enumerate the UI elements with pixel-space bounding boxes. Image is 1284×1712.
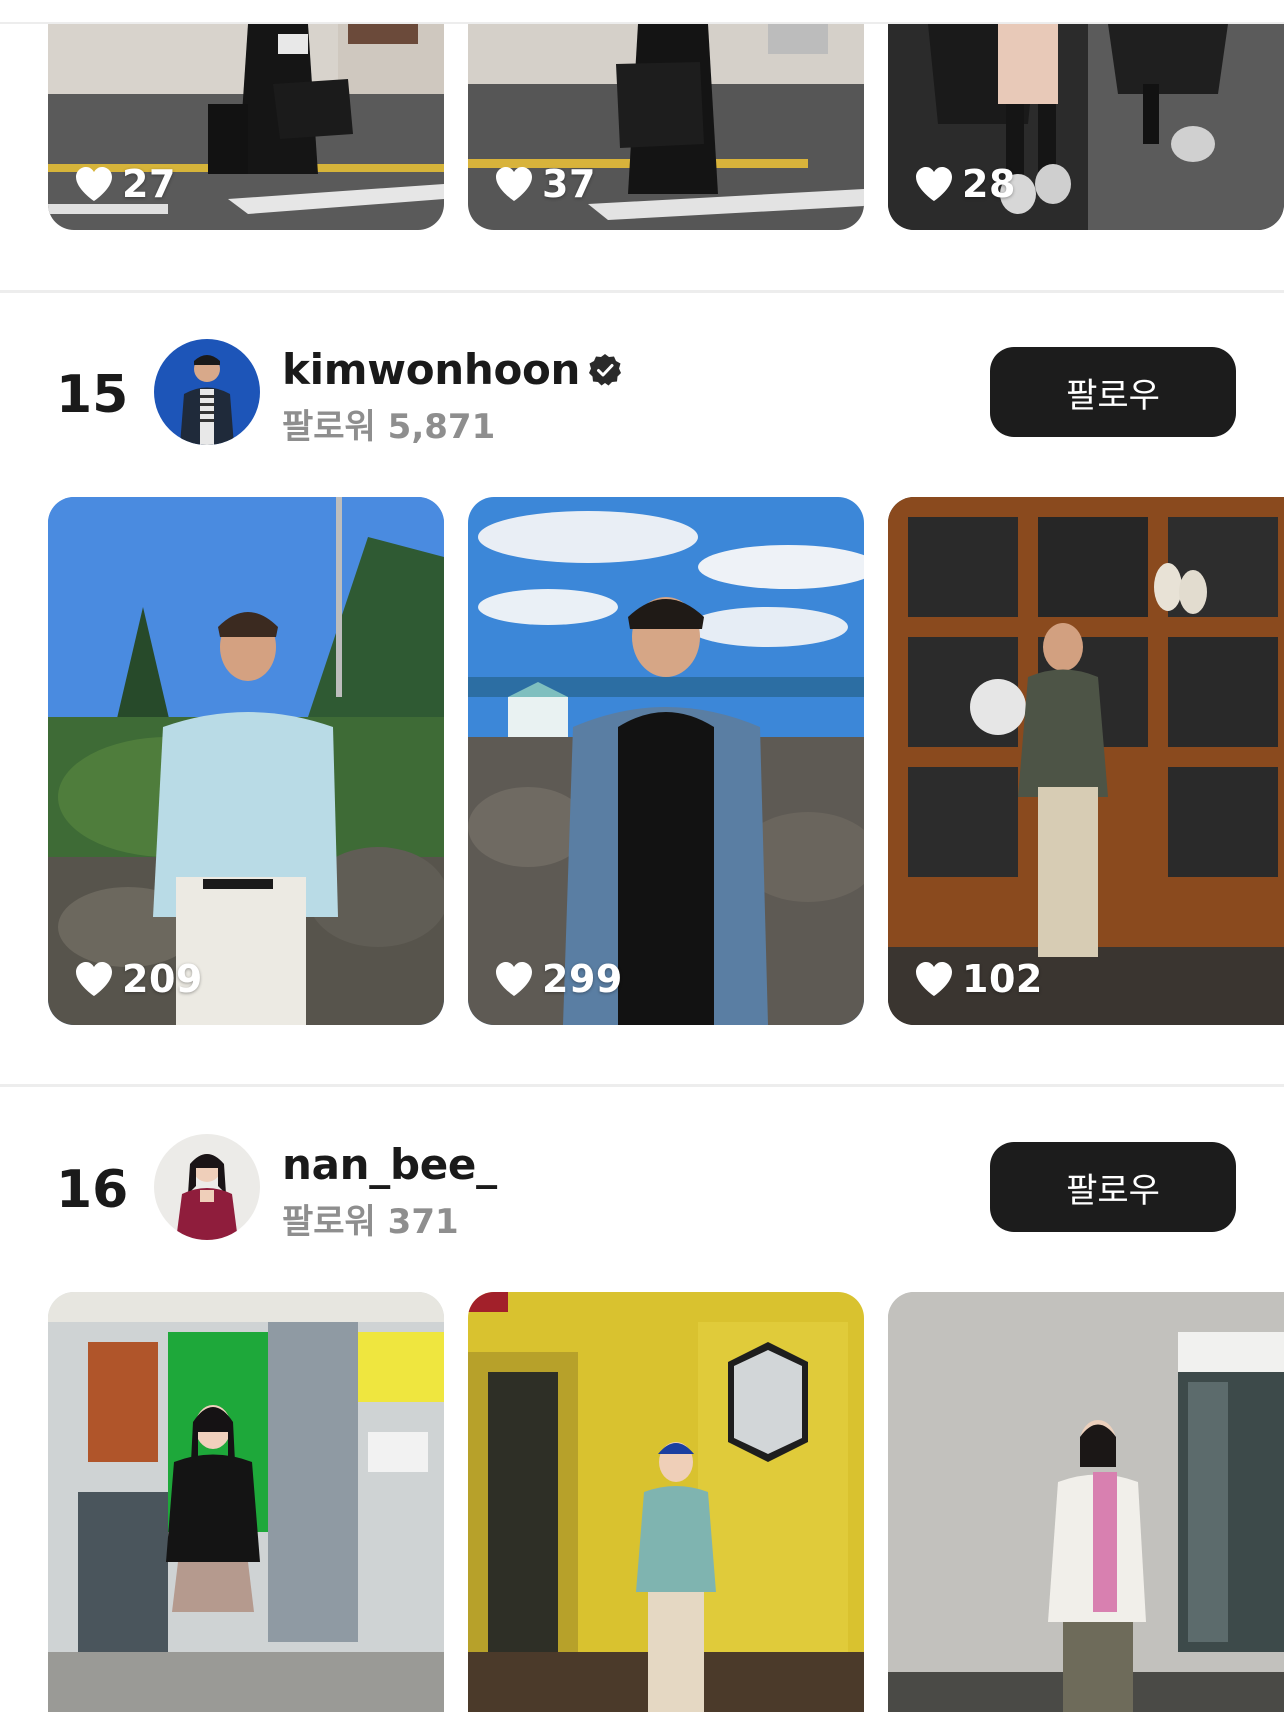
verified-badge-icon (589, 353, 622, 385)
follower-count: 팔로워 371 (282, 1202, 459, 1242)
top-header-edge (0, 0, 1284, 24)
post-photo (468, 1292, 864, 1712)
post-thumbnail[interactable] (468, 1292, 864, 1712)
post-photo (468, 497, 864, 1025)
post-thumbnail[interactable]: 102 (888, 497, 1284, 1025)
avatar-image (154, 1134, 260, 1240)
rank-number: 15 (56, 365, 129, 425)
avatar[interactable] (154, 339, 260, 445)
ranker-photo-row (48, 1292, 1284, 1712)
like-count: 102 (914, 957, 1043, 1001)
post-thumbnail[interactable]: 28 (888, 24, 1284, 230)
like-count: 28 (914, 162, 1016, 206)
avatar[interactable] (154, 1134, 260, 1240)
post-photo (888, 1292, 1284, 1712)
post-thumbnail[interactable]: 209 (48, 497, 444, 1025)
like-count-value: 299 (542, 957, 623, 1001)
section-divider (0, 1084, 1284, 1087)
post-photo (888, 497, 1284, 1025)
rank-number: 16 (56, 1160, 129, 1220)
follow-button[interactable]: 팔로우 (990, 347, 1236, 437)
username-group[interactable]: kimwonhoon (282, 345, 622, 394)
heart-icon (916, 962, 952, 996)
heart-icon (496, 962, 532, 996)
ranker-photo-row: 209 299 102 (48, 497, 1284, 1025)
follower-count: 팔로워 5,871 (282, 407, 496, 447)
username[interactable]: nan_bee_ (282, 1140, 497, 1189)
like-count-value: 37 (542, 162, 596, 206)
heart-icon (496, 167, 532, 201)
follow-button[interactable]: 팔로우 (990, 1142, 1236, 1232)
heart-icon (76, 962, 112, 996)
avatar-image (154, 339, 260, 445)
section-divider (0, 290, 1284, 293)
ranker-row: 15 kimwonhoon 팔로워 5,871 팔로우 (0, 339, 1284, 449)
username[interactable]: kimwonhoon (282, 345, 580, 394)
post-thumbnail[interactable] (48, 1292, 444, 1712)
like-count: 209 (74, 957, 203, 1001)
heart-icon (916, 167, 952, 201)
like-count-value: 28 (962, 162, 1016, 206)
like-count-value: 102 (962, 957, 1043, 1001)
post-thumbnail[interactable]: 299 (468, 497, 864, 1025)
previous-ranker-photo-row: 27 37 28 (48, 24, 1284, 230)
ranker-row: 16 nan_bee_ 팔로워 371 팔로우 (0, 1134, 1284, 1244)
heart-icon (76, 167, 112, 201)
post-photo (48, 1292, 444, 1712)
post-thumbnail[interactable] (888, 1292, 1284, 1712)
username-group[interactable]: nan_bee_ (282, 1140, 497, 1189)
post-photo (48, 497, 444, 1025)
like-count: 299 (494, 957, 623, 1001)
like-count-value: 27 (122, 162, 176, 206)
like-count: 37 (494, 162, 596, 206)
like-count-value: 209 (122, 957, 203, 1001)
post-thumbnail[interactable]: 37 (468, 24, 864, 230)
post-thumbnail[interactable]: 27 (48, 24, 444, 230)
like-count: 27 (74, 162, 176, 206)
